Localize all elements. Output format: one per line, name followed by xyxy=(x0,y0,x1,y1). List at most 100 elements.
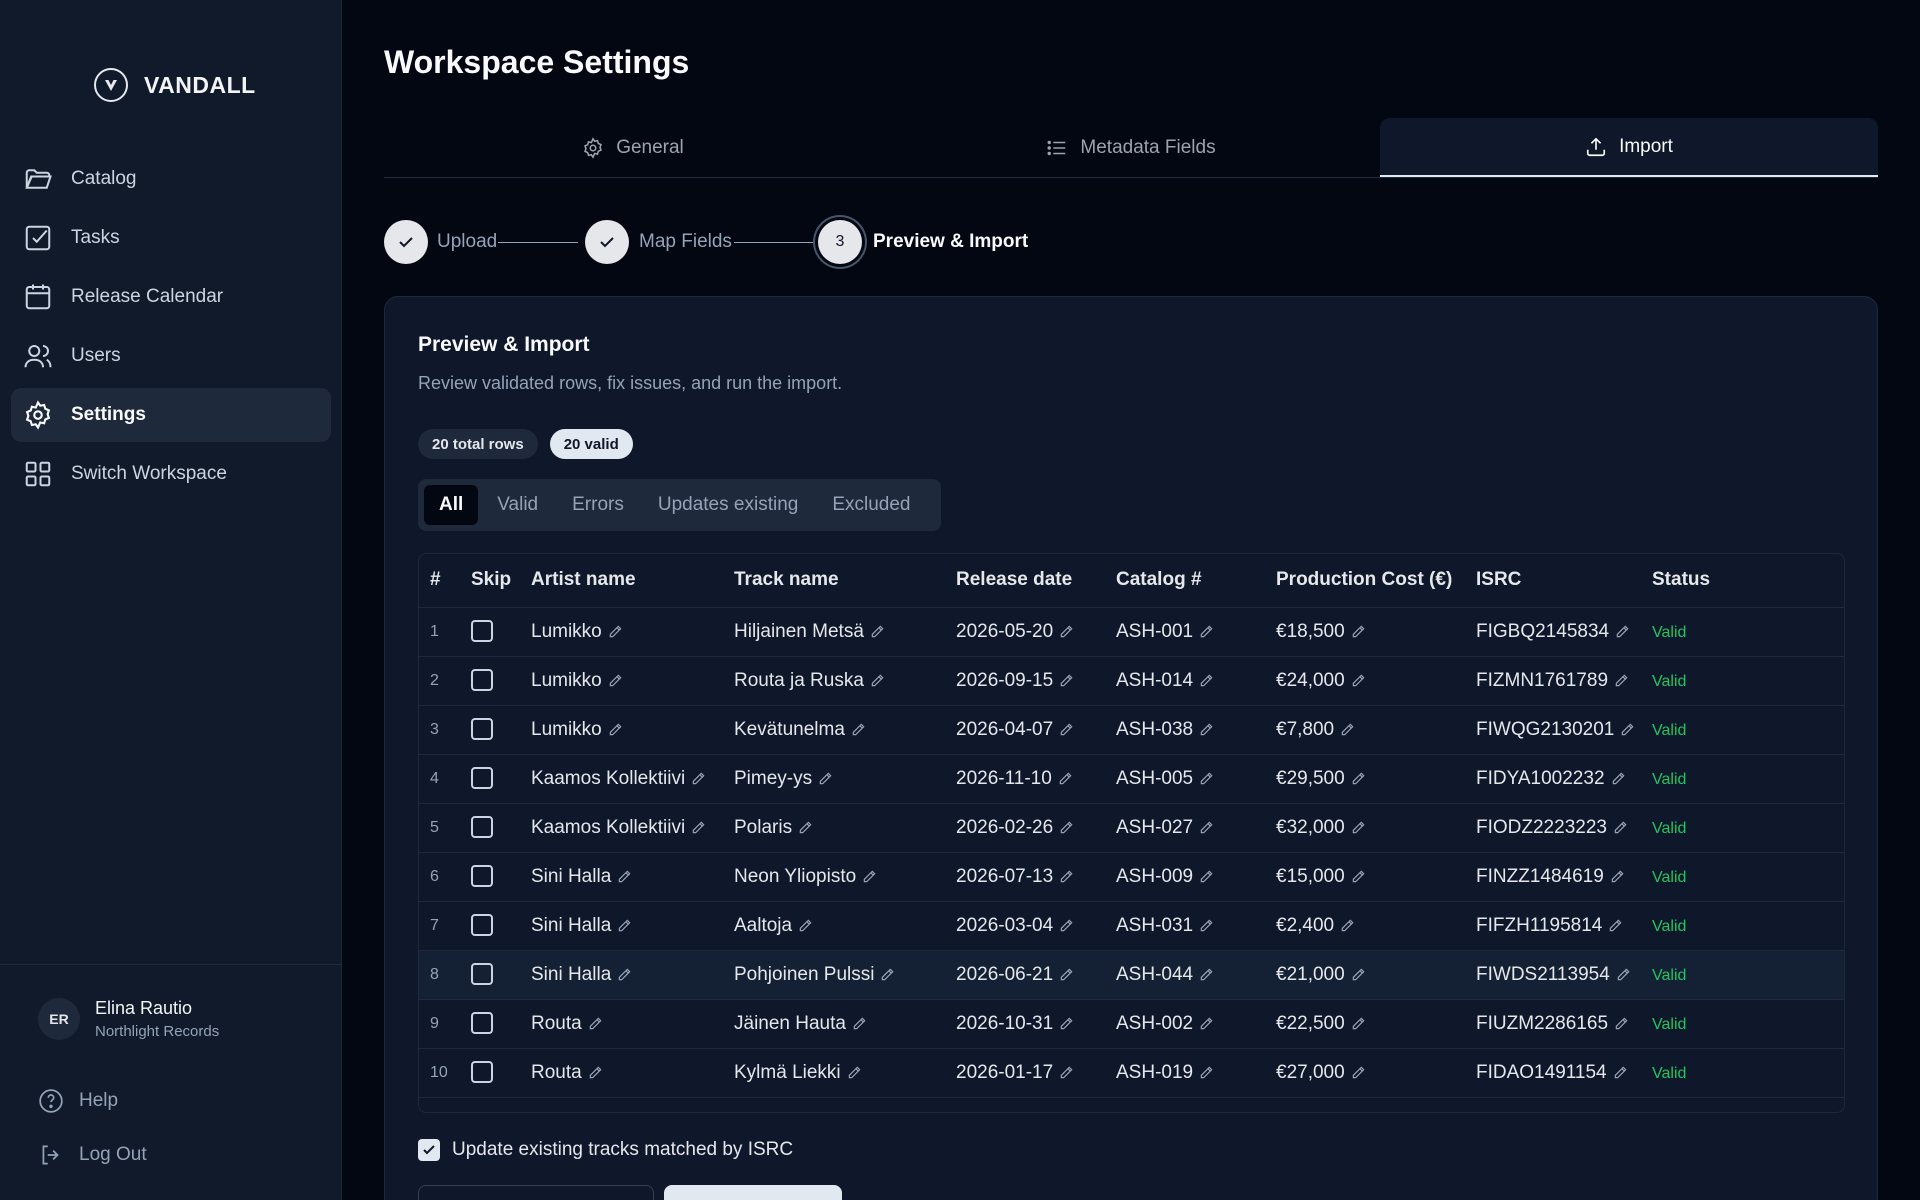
pencil-edit-icon[interactable] xyxy=(1613,1065,1628,1080)
isrc-cell[interactable]: FIFZH1195814 xyxy=(1465,901,1641,951)
skip-checkbox[interactable] xyxy=(471,620,493,643)
release-date-cell[interactable]: 2026-06-21 xyxy=(945,950,1105,1000)
track-cell[interactable]: Aaltoja xyxy=(723,901,945,951)
tab-general[interactable]: General xyxy=(384,118,882,177)
catalog-cell[interactable]: ASH-014 xyxy=(1105,656,1265,706)
pencil-edit-icon[interactable] xyxy=(691,820,706,835)
isrc-cell[interactable]: FIODZ2223223 xyxy=(1465,803,1641,853)
pencil-edit-icon[interactable] xyxy=(798,918,813,933)
catalog-cell[interactable]: ASH-027 xyxy=(1105,803,1265,853)
pencil-edit-icon[interactable] xyxy=(1616,967,1631,982)
release-date-cell[interactable]: 2026-07-13 xyxy=(945,852,1105,902)
isrc-cell[interactable]: FIWQG2130201 xyxy=(1465,705,1641,755)
pencil-edit-icon[interactable] xyxy=(1059,918,1074,933)
pencil-edit-icon[interactable] xyxy=(1059,722,1074,737)
pencil-edit-icon[interactable] xyxy=(852,1016,867,1031)
pencil-edit-icon[interactable] xyxy=(1610,869,1625,884)
pencil-edit-icon[interactable] xyxy=(1351,1016,1366,1031)
pencil-edit-icon[interactable] xyxy=(1608,918,1623,933)
skip-checkbox[interactable] xyxy=(471,865,493,888)
pencil-edit-icon[interactable] xyxy=(608,722,623,737)
artist-cell[interactable]: Sini Halla xyxy=(520,901,723,951)
pencil-edit-icon[interactable] xyxy=(1059,869,1074,884)
pencil-edit-icon[interactable] xyxy=(1059,673,1074,688)
pencil-edit-icon[interactable] xyxy=(1199,869,1214,884)
cost-cell[interactable]: €18,500 xyxy=(1265,607,1465,657)
pencil-edit-icon[interactable] xyxy=(1351,967,1366,982)
sidebar-item-switch-workspace[interactable]: Switch Workspace xyxy=(11,447,331,501)
brand-logo[interactable]: VANDALL xyxy=(94,66,256,104)
sidebar-item-settings[interactable]: Settings xyxy=(11,388,331,442)
pencil-edit-icon[interactable] xyxy=(1199,918,1214,933)
track-cell[interactable]: Neon Yliopisto xyxy=(723,852,945,902)
isrc-cell[interactable]: FIGBQ2145834 xyxy=(1465,607,1641,657)
pencil-edit-icon[interactable] xyxy=(1199,1065,1214,1080)
artist-cell[interactable]: Lumikko xyxy=(520,607,723,657)
pencil-edit-icon[interactable] xyxy=(1351,869,1366,884)
pencil-edit-icon[interactable] xyxy=(1351,820,1366,835)
catalog-cell[interactable]: ASH-038 xyxy=(1105,705,1265,755)
cost-cell[interactable]: €22,500 xyxy=(1265,999,1465,1049)
pencil-edit-icon[interactable] xyxy=(1351,624,1366,639)
release-date-cell[interactable]: 2026-03-04 xyxy=(945,901,1105,951)
secondary-action-button[interactable] xyxy=(418,1185,654,1200)
catalog-cell[interactable]: ASH-005 xyxy=(1105,754,1265,804)
update-existing-option[interactable]: Update existing tracks matched by ISRC xyxy=(418,1139,793,1161)
cost-cell[interactable]: €32,000 xyxy=(1265,803,1465,853)
isrc-cell[interactable]: FIUZM2286165 xyxy=(1465,999,1641,1049)
sidebar-item-tasks[interactable]: Tasks xyxy=(11,211,331,265)
pencil-edit-icon[interactable] xyxy=(1059,820,1074,835)
cost-cell[interactable]: €2,400 xyxy=(1265,901,1465,951)
artist-cell[interactable]: Routa xyxy=(520,999,723,1049)
track-cell[interactable]: Jäinen Hauta xyxy=(723,999,945,1049)
track-cell[interactable]: Kevätunelma xyxy=(723,705,945,755)
pencil-edit-icon[interactable] xyxy=(691,771,706,786)
artist-cell[interactable]: Lumikko xyxy=(520,656,723,706)
filter-excluded[interactable]: Excluded xyxy=(817,485,925,525)
release-date-cell[interactable]: 2026-01-17 xyxy=(945,1048,1105,1098)
pencil-edit-icon[interactable] xyxy=(880,967,895,982)
pencil-edit-icon[interactable] xyxy=(862,869,877,884)
isrc-cell[interactable]: FIDYA1002232 xyxy=(1465,754,1641,804)
pencil-edit-icon[interactable] xyxy=(798,820,813,835)
pencil-edit-icon[interactable] xyxy=(1199,967,1214,982)
pencil-edit-icon[interactable] xyxy=(1059,1065,1074,1080)
cost-cell[interactable]: €15,000 xyxy=(1265,852,1465,902)
track-cell[interactable]: Hiljainen Metsä xyxy=(723,607,945,657)
tab-metadata-fields[interactable]: Metadata Fields xyxy=(882,118,1380,177)
pencil-edit-icon[interactable] xyxy=(588,1016,603,1031)
track-cell[interactable]: Kylmä Liekki xyxy=(723,1048,945,1098)
cost-cell[interactable]: €21,000 xyxy=(1265,950,1465,1000)
catalog-cell[interactable]: ASH-002 xyxy=(1105,999,1265,1049)
pencil-edit-icon[interactable] xyxy=(1351,1065,1366,1080)
preview-table-container[interactable]: # Skip Artist name Track name Release da… xyxy=(418,553,1845,1113)
release-date-cell[interactable]: 2026-10-31 xyxy=(945,999,1105,1049)
pencil-edit-icon[interactable] xyxy=(818,771,833,786)
filter-all[interactable]: All xyxy=(424,485,479,525)
release-date-cell[interactable]: 2026-04-07 xyxy=(945,705,1105,755)
release-date-cell[interactable]: 2026-02-26 xyxy=(945,803,1105,853)
filter-errors[interactable]: Errors xyxy=(557,485,639,525)
filter-valid[interactable]: Valid xyxy=(482,485,553,525)
pencil-edit-icon[interactable] xyxy=(870,673,885,688)
track-cell[interactable]: Routa ja Ruska xyxy=(723,656,945,706)
artist-cell[interactable]: Lumikko xyxy=(520,705,723,755)
user-profile[interactable]: ER Elina Rautio Northlight Records xyxy=(38,998,219,1040)
skip-checkbox[interactable] xyxy=(471,1061,493,1084)
skip-checkbox[interactable] xyxy=(471,718,493,741)
pencil-edit-icon[interactable] xyxy=(1199,820,1214,835)
sidebar-item-users[interactable]: Users xyxy=(11,329,331,383)
pencil-edit-icon[interactable] xyxy=(1199,771,1214,786)
artist-cell[interactable]: Kaamos Kollektiivi xyxy=(520,803,723,853)
pencil-edit-icon[interactable] xyxy=(1351,771,1366,786)
pencil-edit-icon[interactable] xyxy=(1613,820,1628,835)
update-existing-checkbox[interactable] xyxy=(418,1139,440,1161)
tab-import[interactable]: Import xyxy=(1380,118,1878,177)
primary-action-button[interactable] xyxy=(664,1185,842,1200)
pencil-edit-icon[interactable] xyxy=(1059,1016,1074,1031)
skip-checkbox[interactable] xyxy=(471,963,493,986)
pencil-edit-icon[interactable] xyxy=(588,1065,603,1080)
catalog-cell[interactable]: ASH-031 xyxy=(1105,901,1265,951)
catalog-cell[interactable]: ASH-044 xyxy=(1105,950,1265,1000)
isrc-cell[interactable]: FINZZ1484619 xyxy=(1465,852,1641,902)
